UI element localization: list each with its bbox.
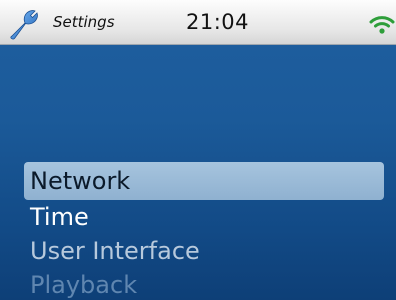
wifi-signal-icon <box>369 16 395 34</box>
device-screen: Settings 21:04 Network Time User Interfa… <box>0 0 396 300</box>
menu-item-network[interactable]: Network <box>24 162 384 200</box>
status-bar: Settings 21:04 <box>0 0 396 45</box>
app-title: Settings <box>53 13 115 31</box>
menu-item-user-interface[interactable]: User Interface <box>24 232 384 270</box>
wrench-icon <box>10 10 38 40</box>
menu-item-playback[interactable]: Playback <box>24 266 384 300</box>
clock-time: 21:04 <box>186 10 250 34</box>
menu-item-time[interactable]: Time <box>24 198 384 236</box>
